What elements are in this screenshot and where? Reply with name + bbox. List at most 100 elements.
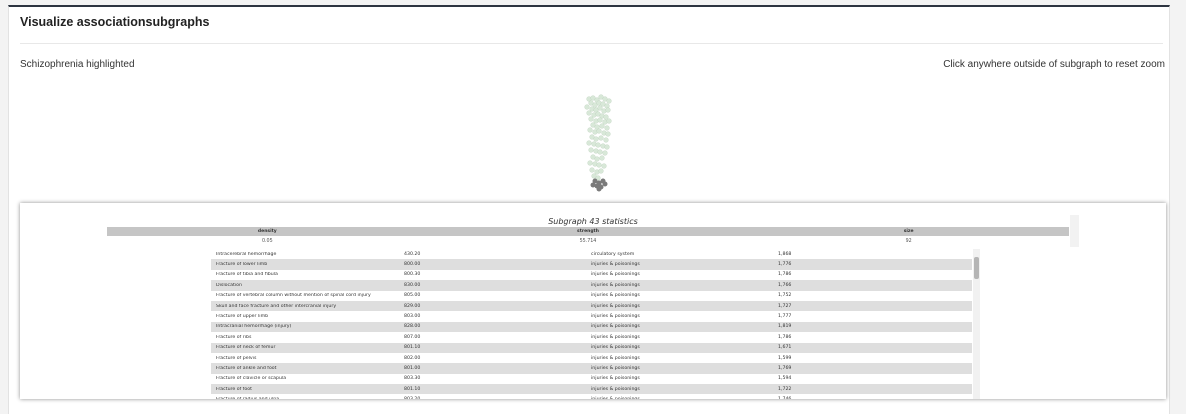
graph-node[interactable] [606,118,612,124]
graph-node[interactable] [595,142,601,148]
graph-node[interactable] [603,137,609,143]
node-category-cell: injuries & poisonings [591,365,640,371]
table-row[interactable]: Fracture of tibia and fibula 800.30 injuri… [211,269,972,281]
stats-value-strength: 55.714 [579,238,597,244]
node-name-cell: Fracture of foot [216,386,252,392]
graph-node[interactable] [599,123,605,129]
table-scrollbar[interactable] [973,249,980,399]
node-code-cell: 803.20 [404,397,591,399]
table-row[interactable]: Fracture of clavicle or scapula 803.30 inj… [211,373,972,385]
table-row[interactable]: Fracture of neck of femur 801.10 injuries … [211,342,972,353]
node-code-cell: 801.00 [404,365,421,371]
node-count-cell: 1,819 [778,324,792,330]
highlight-caption: Schizophrenia highlighted [20,59,135,70]
graph-node-highlighted[interactable] [602,181,608,187]
graph-node[interactable] [604,144,610,150]
graph-node-highlighted[interactable] [590,182,596,188]
stats-header-row: density strength size [107,227,1069,236]
graph-node[interactable] [598,135,604,141]
node-name-cell: Fracture of ribs [216,334,252,340]
table-row[interactable]: Fracture of ankle and foot 801.00 injuries… [211,363,972,374]
table-row[interactable]: Fracture of lower limb 800.00 injuries & p… [211,259,972,270]
graph-node-highlighted[interactable] [596,186,602,192]
graph-node[interactable] [589,167,595,173]
graph-node[interactable] [603,114,609,120]
node-code-cell: 801.10 [404,345,421,351]
node-count-cell: 1,769 [778,365,792,371]
node-name-cell: Fracture of neck of femur [216,345,276,351]
node-name-cell: Dislocation [216,282,242,288]
table-row[interactable]: Fracture of vertebral column without men… [211,290,972,301]
node-count-cell: 1,786 [778,272,792,278]
graph-node[interactable] [594,156,600,162]
node-count-cell: 1,746 [778,397,958,399]
table-row[interactable]: Dislocation 830.00 injuries & poisonings 1,… [211,280,972,291]
table-row[interactable]: Fracture of pelvis 802.00 injuries & poiso… [211,352,972,364]
node-category-cell: injuries & poisonings [591,345,640,351]
node-name-cell: Fracture of lower limb [216,262,268,268]
node-category-cell: injuries & poisonings [591,376,640,382]
node-count-cell: 1,594 [778,376,792,382]
graph-node[interactable] [597,149,603,155]
graph-node[interactable] [598,168,604,174]
reset-zoom-hint: Click anywhere outside of subgraph to re… [943,59,1165,70]
node-count-cell: 1,868 [778,251,792,257]
subgraph-stats-panel: Subgraph 43 statistics density strength … [20,203,1166,399]
graph-node[interactable] [597,117,603,123]
graph-node[interactable] [596,162,602,168]
graph-node[interactable] [593,136,599,142]
node-code-cell: 830.00 [404,282,421,288]
graph-node[interactable] [601,163,607,169]
page-title: Visualize associationsubgraphs [20,15,210,29]
graph-node[interactable] [584,104,590,110]
table-row[interactable]: Intracerebral hemorrhage 430.20 circulator… [211,249,972,260]
node-name-cell: Intracranial hemorrhage (injury) [216,324,292,330]
node-code-cell: 800.00 [404,262,421,268]
node-name-cell: Fracture of tibia and fibula [216,272,278,278]
graph-node[interactable] [588,116,594,122]
graph-node[interactable] [588,147,594,153]
graph-node[interactable] [587,127,593,133]
stats-title: Subgraph 43 statistics [548,217,638,226]
graph-node[interactable] [596,128,602,134]
graph-node[interactable] [599,155,605,161]
node-name-cell: Skull and face fracture and other interc… [216,303,337,309]
node-category-cell: injuries & poisonings [591,272,640,278]
node-category-cell: injuries & poisonings [591,293,640,299]
node-count-cell: 1,786 [778,334,792,340]
graph-node[interactable] [587,160,593,166]
node-category-cell: injuries & poisonings [591,282,640,288]
node-code-cell: 803.00 [404,314,421,320]
node-category-cell: injuries & poisonings [591,397,778,399]
table-row[interactable]: Skull and face fracture and other interc… [211,300,972,312]
stats-header-density: density [257,229,277,234]
graph-node[interactable] [602,150,608,156]
table-scrollbar-thumb[interactable] [974,257,979,279]
node-category-cell: circulatory system [591,251,635,257]
graph-node[interactable] [605,107,611,113]
graph-node[interactable] [605,131,611,137]
table-row[interactable]: Fracture of upper limb 803.00 injuries & p… [211,311,972,322]
node-category-cell: injuries & poisonings [591,262,640,268]
table-row[interactable]: Fracture of ribs 807.00 injuries & poisoni… [211,332,972,343]
node-name-cell: Fracture of clavicle or scapula [216,376,287,382]
node-name-cell: Intracerebral hemorrhage [216,251,277,257]
table-row[interactable]: Fracture of radius and ulna803.20injurie… [211,394,972,399]
node-name-cell: Fracture of radius and ulna [211,397,404,399]
graph-node[interactable] [604,125,610,131]
node-code-cell: 828.00 [404,324,421,330]
node-count-cell: 1,777 [778,314,792,320]
table-row[interactable]: Fracture of foot 801.10 injuries & poisoni… [211,384,972,395]
node-count-cell: 1,766 [778,282,792,288]
subgraph-network[interactable] [569,89,619,194]
node-code-cell: 829.00 [404,303,421,309]
title-divider [20,43,1163,44]
node-table[interactable]: Intracerebral hemorrhage 430.20 circulator… [211,249,972,399]
graph-node[interactable] [586,110,592,116]
graph-node[interactable] [597,105,603,111]
table-row[interactable]: Intracranial hemorrhage (injury) 828.00 in… [211,321,972,333]
stats-summary-table: density strength size 0.05 55.714 92 [107,227,1069,246]
graph-node[interactable] [586,140,592,146]
node-code-cell: 802.00 [404,355,421,361]
graph-node[interactable] [606,98,612,104]
